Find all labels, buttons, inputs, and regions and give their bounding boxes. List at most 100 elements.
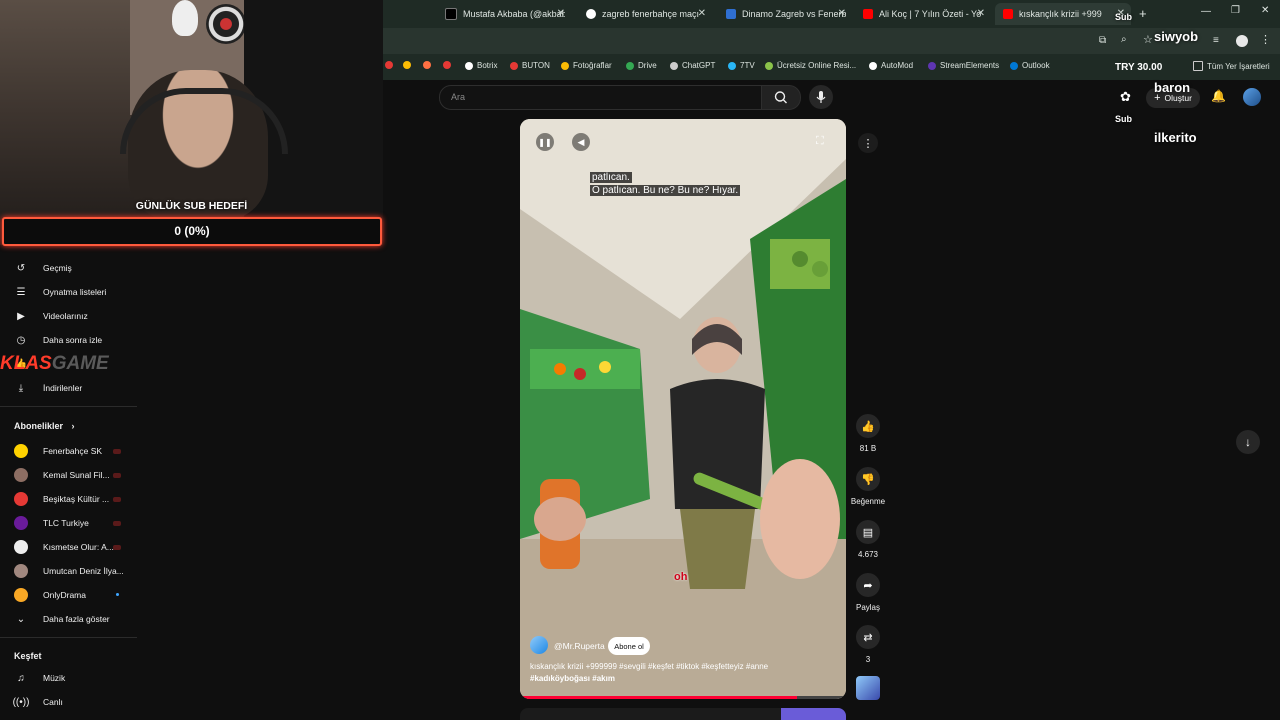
bookmark-buton[interactable]: BUTON bbox=[510, 61, 550, 70]
next-short-button[interactable]: ↓ bbox=[1236, 430, 1260, 454]
bookmark-icon[interactable] bbox=[403, 61, 415, 69]
sidebar-item-live[interactable]: ((•)) Canlı bbox=[0, 690, 137, 714]
bookmark-outlook[interactable]: Outlook bbox=[1010, 61, 1050, 70]
channel-avatar bbox=[14, 516, 28, 530]
more-options-icon[interactable]: ⋮ bbox=[858, 133, 878, 153]
bookmark-fotograflar[interactable]: Fotoğraflar bbox=[561, 61, 612, 70]
new-content-dot bbox=[116, 593, 119, 596]
channel-avatar[interactable] bbox=[530, 636, 548, 654]
close-tab-icon[interactable]: ✕ bbox=[838, 8, 846, 19]
minimize-icon[interactable]: — bbox=[1201, 6, 1211, 17]
subscriptions-title[interactable]: Abonelikler › bbox=[14, 421, 75, 431]
close-tab-icon[interactable]: ✕ bbox=[557, 8, 565, 19]
subscription-item[interactable]: Umutcan Deniz İlya... bbox=[0, 559, 137, 583]
sidebar-item-watch-later[interactable]: ◷ Daha sonra izle bbox=[0, 328, 137, 352]
comment-icon: ▤ bbox=[862, 526, 874, 539]
reading-list-icon[interactable]: ≡ bbox=[1213, 35, 1219, 46]
x-favicon-icon bbox=[445, 8, 457, 20]
all-bookmarks-label: Tüm Yer İşaretleri bbox=[1207, 61, 1270, 71]
remix-icon: ⇄ bbox=[863, 631, 873, 644]
sub-goal-bar: 0 (0%) bbox=[2, 217, 382, 246]
all-bookmarks[interactable]: Tüm Yer İşaretleri bbox=[1193, 61, 1270, 71]
subscription-item[interactable]: Beşiktaş Kültür ... bbox=[0, 487, 137, 511]
dartboard-icon bbox=[206, 4, 246, 44]
short-video-player[interactable]: ❚❚ ◀ ⛶ patlıcan. O patlıcan. Bu ne? Bu n… bbox=[520, 119, 846, 699]
bookmark-botrix[interactable]: Botrix bbox=[465, 61, 497, 70]
bookmark-icon[interactable] bbox=[443, 61, 455, 69]
browser-menu-icon[interactable]: ⋮ bbox=[1260, 33, 1271, 46]
install-icon[interactable]: ⧉ bbox=[1099, 35, 1106, 46]
search-icon bbox=[774, 91, 787, 104]
music-note-icon: ♫ bbox=[17, 672, 25, 684]
browser-tab[interactable]: Dinamo Zagreb vs Fenerb ✕ bbox=[726, 3, 846, 25]
voice-search-button[interactable] bbox=[809, 85, 833, 109]
zoom-icon[interactable]: ⌕ bbox=[1121, 34, 1127, 45]
channel-handle[interactable]: @Mr.Ruperta bbox=[554, 641, 605, 651]
remix-button[interactable]: ⇄ bbox=[856, 625, 880, 649]
search-input[interactable]: Ara bbox=[439, 85, 763, 110]
like-count: 81 B bbox=[859, 444, 877, 453]
search-placeholder: Ara bbox=[451, 92, 466, 102]
subscription-item[interactable]: TLC Turkiye bbox=[0, 511, 137, 535]
sidebar-item-music[interactable]: ♫ Müzik bbox=[0, 666, 137, 690]
show-more-button[interactable]: ⌄ Daha fazla göster bbox=[0, 607, 137, 631]
clock-icon: ◷ bbox=[16, 334, 26, 346]
sidebar-item-history[interactable]: ↺ Geçmiş bbox=[0, 256, 137, 280]
channel-name: Umutcan Deniz İlya... bbox=[43, 566, 124, 576]
gear-icon[interactable]: ✿ bbox=[1120, 89, 1131, 105]
close-tab-icon[interactable]: ✕ bbox=[977, 8, 985, 19]
notifications-bell-icon[interactable]: 🔔 bbox=[1211, 89, 1226, 103]
share-arrow-icon: ➦ bbox=[863, 579, 873, 592]
browser-tab[interactable]: zagreb fenerbahçe maçı ✕ bbox=[586, 3, 706, 25]
subscribe-button[interactable]: Abone ol bbox=[608, 637, 650, 655]
bookmark-label: Ücretsiz Online Resi... bbox=[777, 61, 857, 70]
bookmark-streamelements[interactable]: StreamElements bbox=[928, 61, 999, 70]
next-short-preview[interactable] bbox=[520, 708, 846, 720]
bookmark-7tv[interactable]: 7TV bbox=[728, 61, 755, 70]
channel-avatar bbox=[14, 540, 28, 554]
maximize-icon[interactable]: ❐ bbox=[1231, 5, 1240, 16]
share-button[interactable]: ➦ bbox=[856, 573, 880, 597]
browser-tab[interactable]: Ali Koç | 7 Yılın Özeti - Yo ✕ bbox=[863, 3, 985, 25]
volume-icon[interactable]: ◀ bbox=[572, 133, 590, 151]
pause-icon[interactable]: ❚❚ bbox=[536, 133, 554, 151]
bookmark-icon[interactable] bbox=[385, 61, 397, 69]
alert-username: ilkerito bbox=[1154, 130, 1197, 145]
like-button[interactable]: 👍 bbox=[856, 414, 880, 438]
profile-avatar[interactable] bbox=[1236, 35, 1248, 47]
bookmark-drive[interactable]: Drive bbox=[626, 61, 657, 70]
browser-tab[interactable]: Mustafa Akbaba (@akbab ✕ bbox=[445, 3, 565, 25]
bookmark-label: StreamElements bbox=[940, 61, 1000, 70]
bookmark-icon[interactable] bbox=[423, 61, 435, 69]
dislike-button[interactable]: 👎 bbox=[856, 467, 880, 491]
sub-goal-title: GÜNLÜK SUB HEDEFİ bbox=[135, 200, 248, 212]
subscription-item[interactable]: OnlyDrama bbox=[0, 583, 137, 607]
live-indicator-icon bbox=[113, 496, 121, 502]
live-indicator-icon bbox=[113, 544, 121, 550]
comments-button[interactable]: ▤ bbox=[856, 520, 880, 544]
new-tab-icon[interactable]: + bbox=[1139, 6, 1147, 21]
fullscreen-icon[interactable]: ⛶ bbox=[816, 135, 824, 148]
close-tab-icon[interactable]: ✕ bbox=[698, 8, 706, 19]
microphone-icon bbox=[816, 91, 826, 103]
bookmark-star-icon[interactable]: ☆ bbox=[1143, 33, 1153, 46]
alert-sub-label: Sub bbox=[1115, 114, 1132, 124]
sidebar-divider bbox=[0, 637, 137, 638]
klasgame-logo: KLASGAME bbox=[0, 352, 152, 376]
subscription-item[interactable]: Fenerbahçe SK bbox=[0, 439, 137, 463]
subscription-item[interactable]: Kemal Sunal Fil... bbox=[0, 463, 137, 487]
bookmark-ucretsiz[interactable]: Ücretsiz Online Resi... bbox=[765, 61, 856, 70]
sidebar-item-downloads[interactable]: ⤓ İndirilenler bbox=[0, 376, 137, 400]
subscription-item[interactable]: Kısmetse Olur: A... bbox=[0, 535, 137, 559]
bookmark-chatgpt[interactable]: ChatGPT bbox=[670, 61, 715, 70]
search-button[interactable] bbox=[761, 85, 801, 110]
browser-tab-active[interactable]: kıskançlık krizii +999 ✕ bbox=[995, 3, 1131, 25]
progress-bar[interactable] bbox=[520, 696, 846, 699]
sidebar-item-playlists[interactable]: ☰ Oynatma listeleri bbox=[0, 280, 137, 304]
caption-line: patlıcan. bbox=[590, 172, 632, 183]
bookmark-automod[interactable]: AutoMod bbox=[869, 61, 913, 70]
account-avatar[interactable] bbox=[1243, 88, 1261, 106]
sidebar-item-your-videos[interactable]: ▶ Videolarınız bbox=[0, 304, 137, 328]
close-window-icon[interactable]: ✕ bbox=[1261, 5, 1269, 16]
sound-thumbnail[interactable] bbox=[856, 676, 880, 700]
